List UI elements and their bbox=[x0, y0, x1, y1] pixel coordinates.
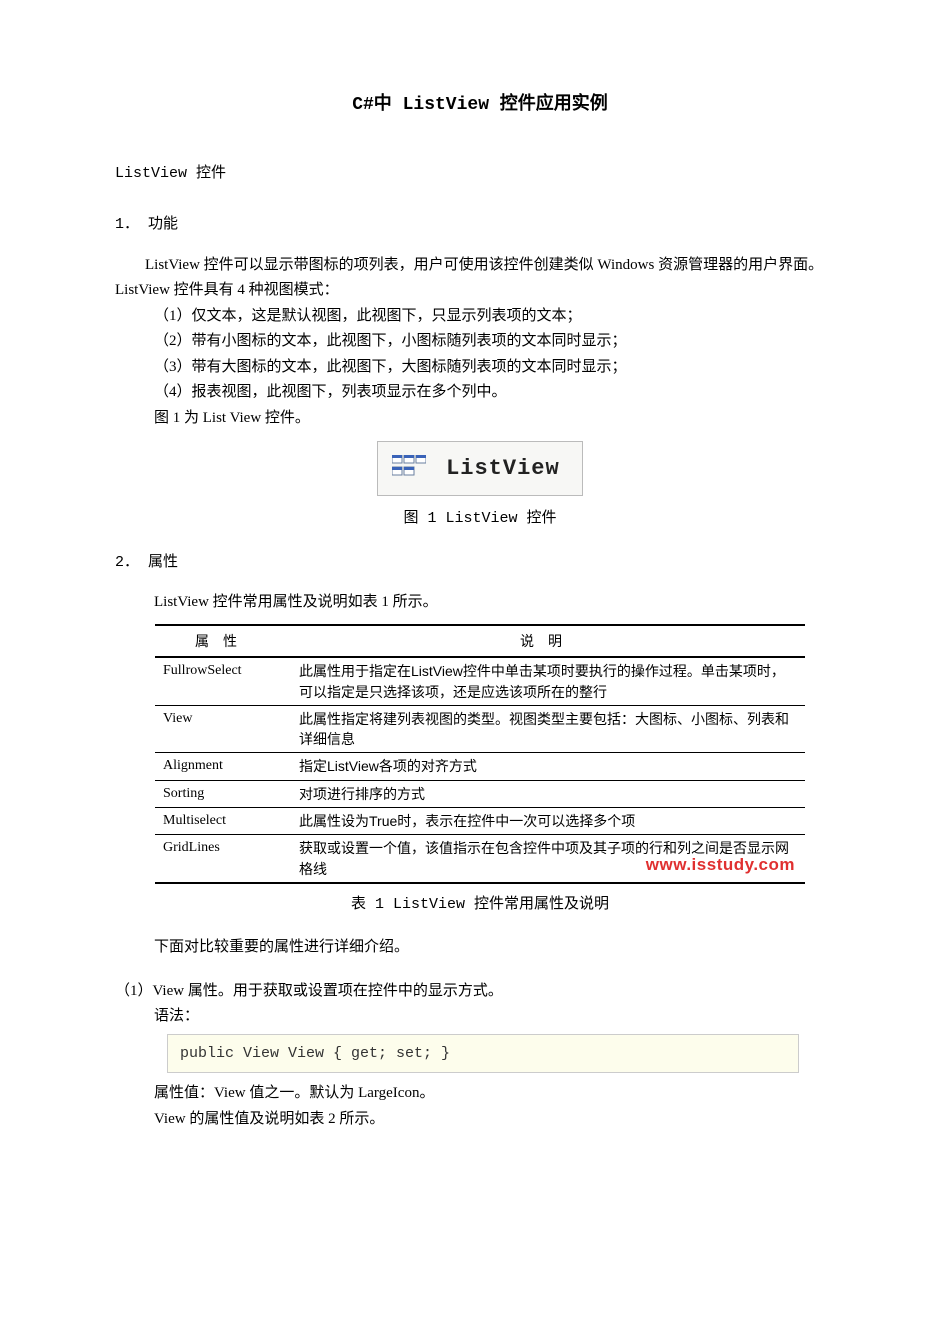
prop-name: Alignment bbox=[155, 753, 291, 780]
view-value-text: 属性值：View 值之一。默认为 LargeIcon。 bbox=[115, 1081, 845, 1107]
section-1-heading: 1． 功能 bbox=[115, 212, 845, 238]
listview-icon bbox=[392, 455, 426, 483]
prop-desc: 此属性用于指定在ListView控件中单击某项时要执行的操作过程。单击某项时，可… bbox=[291, 657, 805, 705]
view-table-ref: View 的属性值及说明如表 2 所示。 bbox=[115, 1107, 845, 1133]
after-table-text: 下面对比较重要的属性进行详细介绍。 bbox=[115, 935, 845, 961]
property-table: 属性 说明 FullrowSelect 此属性用于指定在ListView控件中单… bbox=[155, 624, 805, 884]
section-2-lead: ListView 控件常用属性及说明如表 1 所示。 bbox=[115, 590, 845, 616]
section-2-title: 属性 bbox=[148, 554, 178, 571]
figure-1: ListView bbox=[115, 441, 845, 496]
section-1-number: 1． bbox=[115, 216, 139, 233]
prop-desc: 指定ListView各项的对齐方式 bbox=[291, 753, 805, 780]
code-block: public View View { get; set; } bbox=[167, 1034, 799, 1074]
subtitle: ListView 控件 bbox=[115, 161, 845, 187]
prop-desc: 对项进行排序的方式 bbox=[291, 780, 805, 807]
section-1-paragraph: ListView 控件可以显示带图标的项列表，用户可使用该控件创建类似 Wind… bbox=[115, 253, 845, 304]
table-row: Sorting 对项进行排序的方式 bbox=[155, 780, 805, 807]
col-description: 说明 bbox=[291, 625, 805, 657]
table-1-caption: 表 1 ListView 控件常用属性及说明 bbox=[115, 892, 845, 918]
section-1-item-3: （3）带有大图标的文本，此视图下，大图标随列表项的文本同时显示； bbox=[115, 355, 845, 381]
syntax-label: 语法： bbox=[115, 1004, 845, 1030]
prop-name: View bbox=[155, 705, 291, 753]
table-row: View 此属性指定将建列表视图的类型。视图类型主要包括：大图标、小图标、列表和… bbox=[155, 705, 805, 753]
table-1-wrap: 属性 说明 FullrowSelect 此属性用于指定在ListView控件中单… bbox=[115, 624, 845, 884]
section-2-heading: 2． 属性 bbox=[115, 550, 845, 576]
listview-toolbox-item: ListView bbox=[377, 441, 582, 496]
prop-desc: 获取或设置一个值，该值指示在包含控件中项及其子项的行和列之间是否显示网格线 bbox=[291, 835, 805, 883]
section-1-item-4: （4）报表视图，此视图下，列表项显示在多个列中。 bbox=[115, 380, 845, 406]
prop-name: FullrowSelect bbox=[155, 657, 291, 705]
listview-label: ListView bbox=[446, 456, 560, 481]
table-row: Alignment 指定ListView各项的对齐方式 bbox=[155, 753, 805, 780]
table-row: GridLines 获取或设置一个值，该值指示在包含控件中项及其子项的行和列之间… bbox=[155, 835, 805, 883]
view-property-heading: （1）View 属性。用于获取或设置项在控件中的显示方式。 bbox=[115, 979, 845, 1005]
table-header-row: 属性 说明 bbox=[155, 625, 805, 657]
prop-desc: 此属性设为True时，表示在控件中一次可以选择多个项 bbox=[291, 808, 805, 835]
page-title: C#中 ListView 控件应用实例 bbox=[115, 90, 845, 121]
document-page: C#中 ListView 控件应用实例 ListView 控件 1． 功能 Li… bbox=[0, 0, 945, 1337]
section-1-item-2: （2）带有小图标的文本，此视图下，小图标随列表项的文本同时显示； bbox=[115, 329, 845, 355]
col-property: 属性 bbox=[155, 625, 291, 657]
section-1-item-1: （1）仅文本，这是默认视图，此视图下，只显示列表项的文本； bbox=[115, 304, 845, 330]
figure-1-caption: 图 1 ListView 控件 bbox=[115, 506, 845, 532]
prop-name: Multiselect bbox=[155, 808, 291, 835]
table-row: Multiselect 此属性设为True时，表示在控件中一次可以选择多个项 bbox=[155, 808, 805, 835]
prop-name: Sorting bbox=[155, 780, 291, 807]
figure-1-reference: 图 1 为 List View 控件。 bbox=[115, 406, 845, 432]
prop-desc: 此属性指定将建列表视图的类型。视图类型主要包括：大图标、小图标、列表和详细信息 bbox=[291, 705, 805, 753]
table-row: FullrowSelect 此属性用于指定在ListView控件中单击某项时要执… bbox=[155, 657, 805, 705]
section-2-number: 2． bbox=[115, 554, 139, 571]
section-1-title: 功能 bbox=[148, 216, 178, 233]
prop-name: GridLines bbox=[155, 835, 291, 883]
